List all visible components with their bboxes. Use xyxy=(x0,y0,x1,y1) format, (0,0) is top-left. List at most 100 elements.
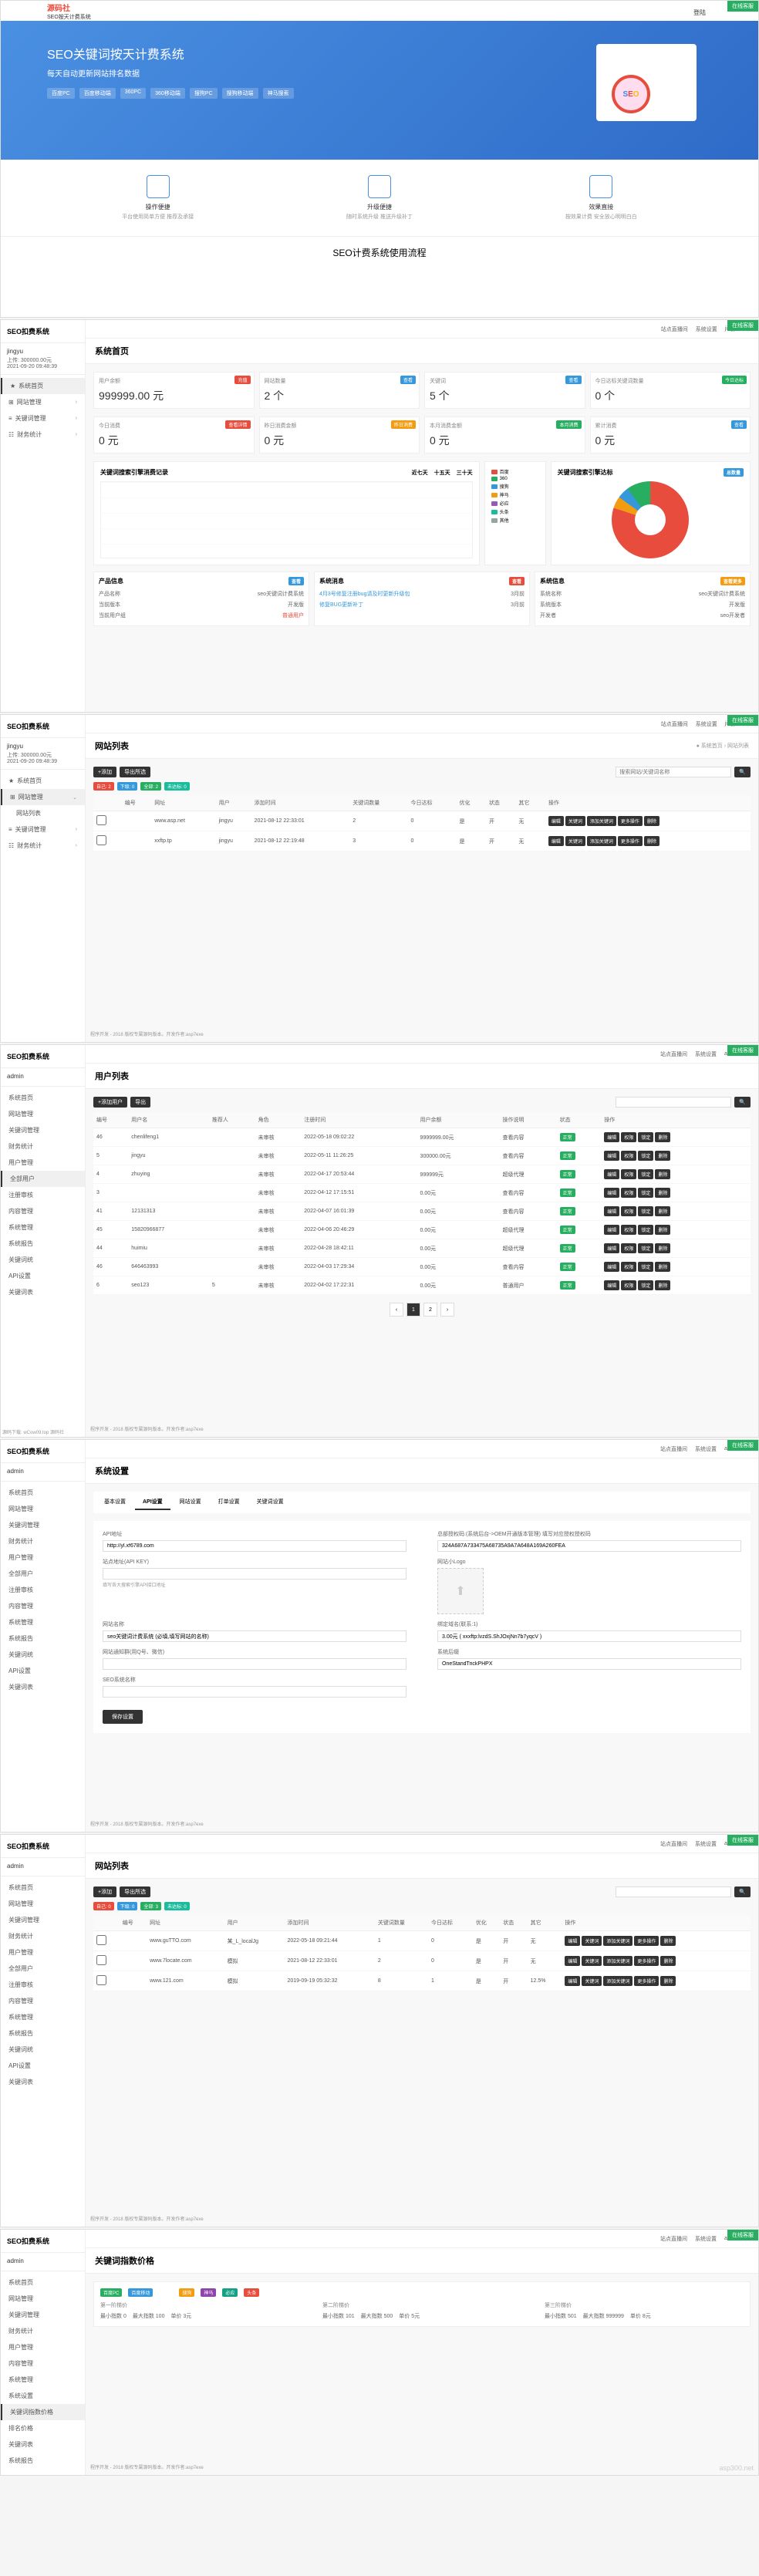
api-key-input[interactable] xyxy=(103,1568,406,1580)
sidebar-item[interactable]: 关键词管理 xyxy=(1,2307,85,2323)
login-button[interactable]: 登陆 xyxy=(687,7,712,19)
tab-basic[interactable]: 基本设置 xyxy=(96,1495,133,1510)
sidebar-item[interactable]: 内容管理 xyxy=(1,2355,85,2372)
row-action[interactable]: 删除 xyxy=(644,816,659,826)
sidebar-item[interactable]: 网站管理 xyxy=(1,1501,85,1517)
nav-link[interactable]: 系统源码 xyxy=(567,7,592,19)
sidebar-item[interactable]: API设置 xyxy=(1,1663,85,1679)
sidebar-item[interactable]: ☷ 财务统计› xyxy=(1,838,85,854)
sidebar-item-home[interactable]: ★ 系统首页 xyxy=(1,378,85,394)
sidebar-item[interactable]: 用户管理 xyxy=(1,1549,85,1566)
sidebar-item[interactable]: 系统报告 xyxy=(1,1236,85,1252)
page-prev[interactable]: ‹ xyxy=(390,1303,403,1317)
export-button[interactable]: 导出 xyxy=(130,1097,150,1108)
chart-tab[interactable]: 十五天 xyxy=(434,469,450,477)
sidebar-item[interactable]: 网站管理 xyxy=(1,1106,85,1122)
sidebar-item[interactable]: 财务统计 xyxy=(1,1533,85,1549)
export-button[interactable]: 导出所选 xyxy=(120,767,150,777)
nav-link[interactable]: 联系我们 xyxy=(647,7,672,19)
sidebar-item[interactable]: 系统管理 xyxy=(1,1614,85,1630)
suffix-input[interactable] xyxy=(437,1658,741,1670)
site-name-input[interactable] xyxy=(103,1630,406,1642)
sidebar-item[interactable]: 内容管理 xyxy=(1,1993,85,2009)
sidebar-item[interactable]: 关键词指数价格 xyxy=(1,2404,85,2420)
api-url-input[interactable] xyxy=(103,1540,406,1552)
sidebar-item[interactable]: 关键词管理 xyxy=(1,1122,85,1138)
sidebar-item[interactable]: 关键词统 xyxy=(1,1647,85,1663)
sidebar-item-finance[interactable]: ☷ 财务统计› xyxy=(1,427,85,443)
nav-link[interactable]: 首页 xyxy=(498,7,510,19)
search-input[interactable] xyxy=(616,767,731,777)
sidebar-item[interactable]: 用户管理 xyxy=(1,1155,85,1171)
sidebar-item[interactable]: 系统管理 xyxy=(1,2009,85,2025)
sidebar-item[interactable]: ★ 系统首页 xyxy=(1,773,85,789)
sidebar-item[interactable]: ≡ 关键词管理› xyxy=(1,821,85,838)
sidebar-item[interactable]: 内容管理 xyxy=(1,1203,85,1219)
sidebar-subitem[interactable]: 网站列表 xyxy=(1,805,85,821)
tab-order[interactable]: 打单设置 xyxy=(211,1495,248,1510)
sidebar-item[interactable]: 注册审核 xyxy=(1,1582,85,1598)
row-action[interactable]: 添加关键词 xyxy=(587,836,616,846)
seo-name-input[interactable] xyxy=(103,1686,406,1698)
nav-link[interactable]: OEM定制 xyxy=(525,7,552,19)
sidebar-item[interactable]: 系统设置 xyxy=(1,2388,85,2404)
sidebar-item[interactable]: 用户管理 xyxy=(1,1944,85,1961)
row-action[interactable]: 更多操作 xyxy=(618,816,643,826)
row-action[interactable]: 关键词 xyxy=(565,836,585,846)
row-action[interactable]: 编辑 xyxy=(548,836,564,846)
page-1[interactable]: 1 xyxy=(406,1303,420,1317)
sidebar-item[interactable]: 注册审核 xyxy=(1,1187,85,1203)
chart-tab[interactable]: 近七天 xyxy=(412,469,428,477)
sidebar-item[interactable]: 关键词表 xyxy=(1,2436,85,2453)
tab-site[interactable]: 网站设置 xyxy=(172,1495,209,1510)
tab-keyword[interactable]: 关键词设置 xyxy=(249,1495,292,1510)
row-action[interactable]: 更多操作 xyxy=(618,836,643,846)
page-2[interactable]: 2 xyxy=(423,1303,437,1317)
sidebar-item[interactable]: 用户管理 xyxy=(1,2339,85,2355)
sidebar-item[interactable]: 财务统计 xyxy=(1,2323,85,2339)
search-input[interactable] xyxy=(616,1097,731,1108)
sidebar-item[interactable]: 财务统计 xyxy=(1,1138,85,1155)
sidebar-item[interactable]: ⊞ 网站管理⌄ xyxy=(1,789,85,805)
tab-api[interactable]: API设置 xyxy=(135,1495,170,1510)
chart-tab[interactable]: 三十天 xyxy=(457,469,473,477)
sidebar-item[interactable]: 关键词表 xyxy=(1,1679,85,1695)
sidebar-item[interactable]: 系统首页 xyxy=(1,1880,85,1896)
sidebar-item[interactable]: 系统报告 xyxy=(1,2025,85,2042)
sidebar-item[interactable]: 系统管理 xyxy=(1,1219,85,1236)
logo-upload[interactable]: ⬆ xyxy=(437,1568,484,1614)
add-user-button[interactable]: +添加用户 xyxy=(93,1097,127,1108)
sidebar-item[interactable]: 系统首页 xyxy=(1,1485,85,1501)
domain-input[interactable] xyxy=(437,1630,741,1642)
page-next[interactable]: › xyxy=(440,1303,454,1317)
sidebar-item[interactable]: 全部用户 xyxy=(1,1961,85,1977)
topbar-link[interactable]: 系统设置 xyxy=(696,325,717,333)
sidebar-item[interactable]: 网站管理 xyxy=(1,1896,85,1912)
sidebar-item[interactable]: 注册审核 xyxy=(1,1977,85,1993)
auth-code-input[interactable] xyxy=(437,1540,741,1552)
support-badge[interactable]: 在线客服 xyxy=(727,1,758,12)
sidebar-item[interactable]: 关键词统 xyxy=(1,2042,85,2058)
sidebar-item[interactable]: 系统管理 xyxy=(1,2372,85,2388)
topbar-link[interactable]: 站点直播间 xyxy=(661,325,688,333)
sidebar-item[interactable]: 网站管理 xyxy=(1,2291,85,2307)
sidebar-item[interactable]: 系统报告 xyxy=(1,2453,85,2469)
sidebar-item-keywords[interactable]: ≡ 关键词管理› xyxy=(1,410,85,427)
sidebar-item-sites[interactable]: ⊞ 网站管理› xyxy=(1,394,85,410)
sidebar-item[interactable]: API设置 xyxy=(1,2058,85,2074)
sidebar-item[interactable]: 财务统计 xyxy=(1,1928,85,1944)
nav-link[interactable]: 系统演示 xyxy=(607,7,632,19)
search-button[interactable]: 🔍 xyxy=(734,767,751,777)
row-action[interactable]: 添加关键词 xyxy=(587,816,616,826)
social-input[interactable] xyxy=(103,1658,406,1670)
sidebar-item[interactable]: 内容管理 xyxy=(1,1598,85,1614)
sidebar-item[interactable]: 关键词统 xyxy=(1,1252,85,1268)
sidebar-item[interactable]: 关键词管理 xyxy=(1,1517,85,1533)
sidebar-item[interactable]: 系统报告 xyxy=(1,1630,85,1647)
sidebar-item[interactable]: 全部用户 xyxy=(1,1171,85,1187)
add-button[interactable]: +添加 xyxy=(93,767,116,777)
row-action[interactable]: 删除 xyxy=(644,836,659,846)
sidebar-item[interactable]: 排名价格 xyxy=(1,2420,85,2436)
sidebar-item[interactable]: 关键词管理 xyxy=(1,1912,85,1928)
support-badge[interactable]: 在线客服 xyxy=(727,320,758,331)
